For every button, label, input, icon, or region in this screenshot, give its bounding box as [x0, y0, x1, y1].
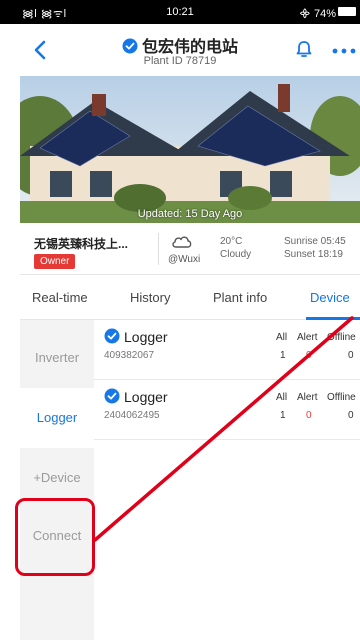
- verified-badge-icon: [104, 388, 120, 404]
- battery-text: ᯽ 74%: [298, 8, 336, 20]
- verified-badge-icon: [104, 328, 120, 344]
- plant-tabs: Real-time History Plant info Device: [20, 276, 360, 320]
- side-item-inverter[interactable]: Inverter: [20, 328, 94, 388]
- tab-plant-info[interactable]: Plant info: [213, 290, 267, 305]
- status-bar: ᯼l ᯼ᯤl 10:21 ᯽ 74%: [0, 0, 360, 24]
- logger-name-row: Logger: [104, 328, 168, 345]
- sky-condition: Cloudy: [220, 249, 252, 260]
- stat-header-all: All: [276, 332, 288, 343]
- side-item-logger[interactable]: Logger: [20, 388, 94, 448]
- tab-device[interactable]: Device: [310, 290, 350, 305]
- last-updated-text: Updated: 15 Day Ago: [137, 208, 243, 220]
- device-list: Logger 409382067 All Alert Offline 1 0 0…: [94, 320, 360, 640]
- tab-real-time[interactable]: Real-time: [32, 290, 88, 305]
- stat-all-value: 1: [280, 410, 286, 421]
- house-solar-illustration: [20, 76, 360, 223]
- logger-serial: 409382067: [104, 350, 155, 361]
- tab-history[interactable]: History: [130, 290, 170, 305]
- annotation-highlight-box: [15, 498, 95, 576]
- list-item[interactable]: Logger 2404062495 All Alert Offline 1 0 …: [94, 380, 360, 440]
- stat-alert-value: 0: [306, 410, 312, 421]
- stat-header-all: All: [276, 392, 288, 403]
- device-type-nav: Inverter Logger +Device Connect: [20, 320, 94, 640]
- role-badge: Owner: [34, 254, 76, 269]
- logger-name: Logger: [124, 329, 168, 345]
- sunrise-time: Sunrise 05:45: [284, 236, 346, 247]
- page-title: 包宏伟的电站: [141, 39, 238, 56]
- stat-offline-value: 0: [348, 410, 354, 421]
- stat-all-value: 1: [280, 350, 286, 361]
- app-header: 包宏伟的电站 Plant ID 78719: [0, 24, 360, 76]
- stat-header-offline: Offline: [327, 332, 356, 343]
- divider: [158, 233, 159, 265]
- owner-company-name: 无锡英臻科技上...: [34, 237, 129, 251]
- weather-location: @Wuxi: [168, 254, 201, 265]
- more-icon[interactable]: [331, 48, 359, 54]
- verified-badge-icon: [122, 38, 138, 54]
- logger-serial: 2404062495: [104, 410, 160, 421]
- plant-photo: Updated: 15 Day Ago: [20, 76, 360, 223]
- temperature: 20°C: [220, 236, 243, 247]
- stat-header-offline: Offline: [327, 392, 356, 403]
- cloud-icon: [172, 236, 192, 248]
- bell-icon[interactable]: [294, 39, 314, 59]
- plant-info-strip: 无锡英臻科技上... Owner @Wuxi 20°C Cloudy Sunri…: [20, 223, 360, 275]
- sunset-time: Sunset 18:19: [284, 249, 343, 260]
- logger-name-row: Logger: [104, 388, 168, 405]
- battery-icon: [338, 7, 356, 16]
- stat-header-alert: Alert: [297, 392, 318, 403]
- stat-header-alert: Alert: [297, 332, 318, 343]
- list-item[interactable]: Logger 409382067 All Alert Offline 1 0 0: [94, 320, 360, 380]
- stat-offline-value: 0: [348, 350, 354, 361]
- stat-alert-value: 0: [306, 350, 312, 361]
- logger-name: Logger: [124, 389, 168, 405]
